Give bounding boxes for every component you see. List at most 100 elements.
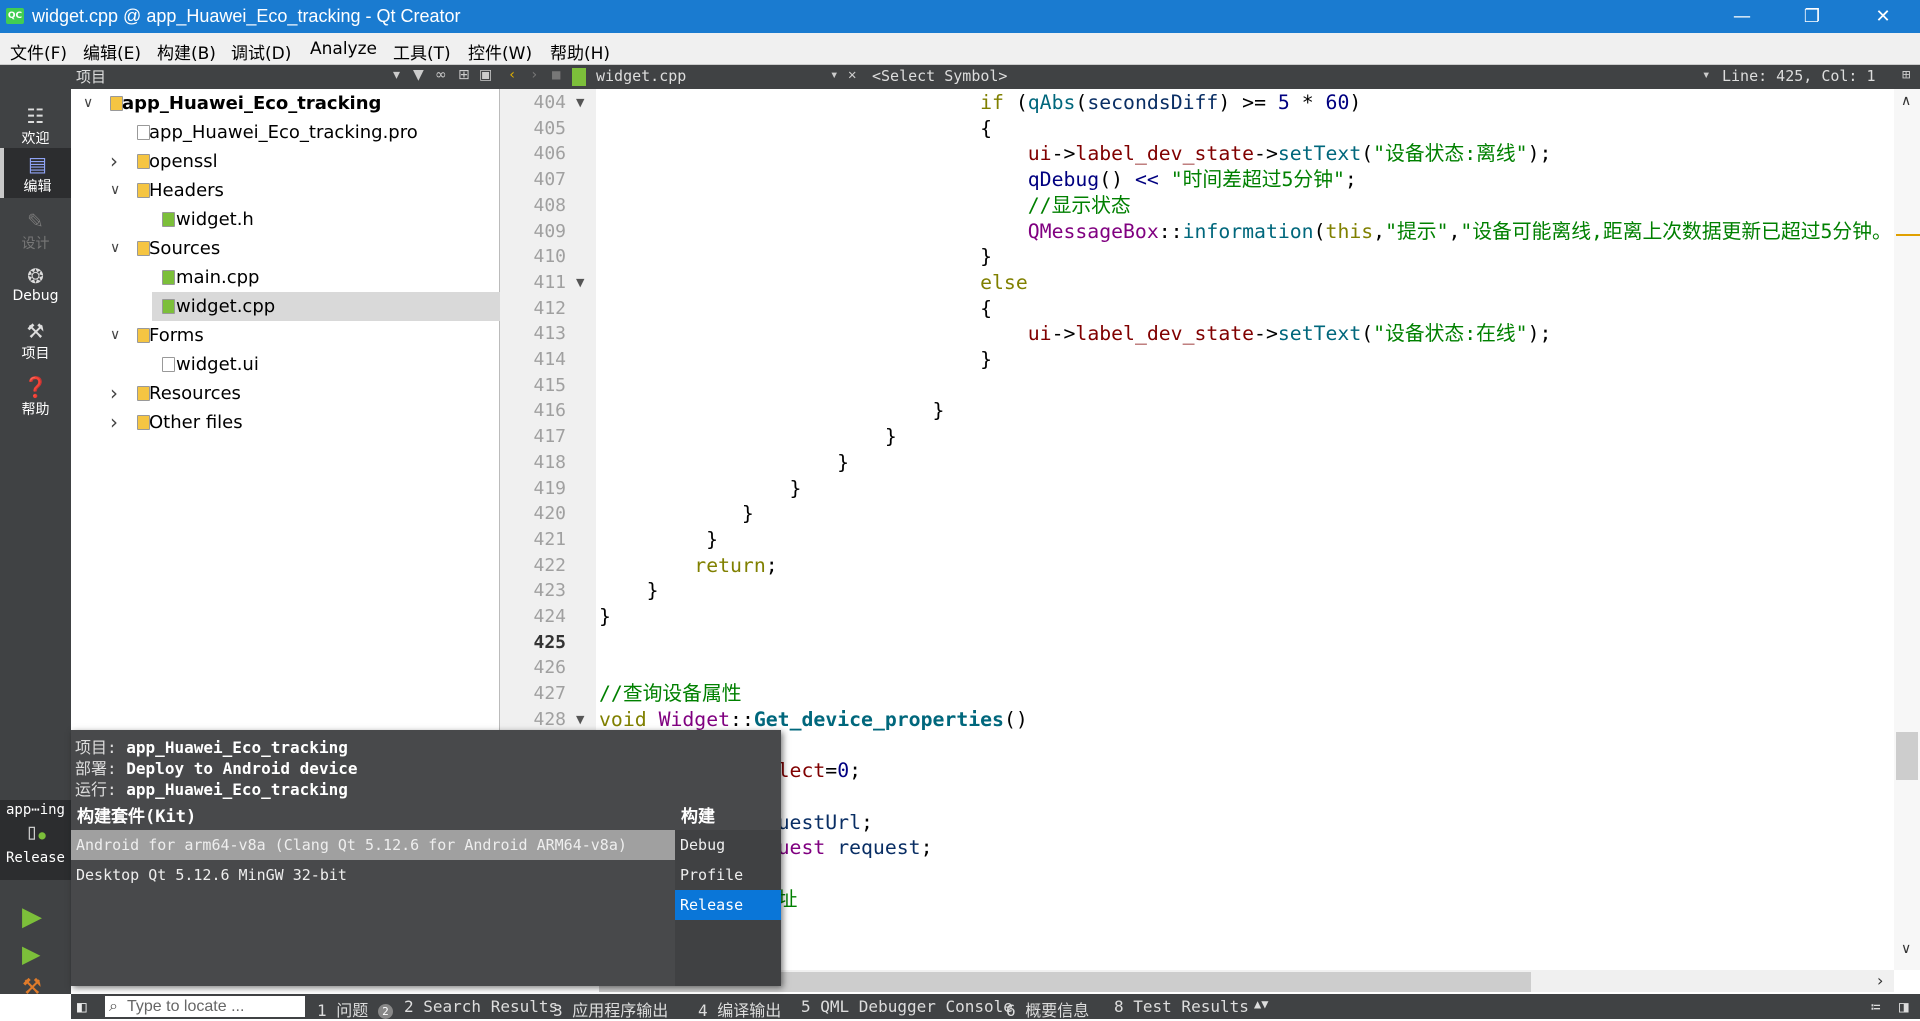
menu-item[interactable]: Analyze [310,39,377,59]
tree-item[interactable]: › Other files [71,408,500,437]
code-line[interactable]: } [599,244,992,270]
fold-marker-icon[interactable]: ▼ [576,90,584,116]
scroll-right-icon[interactable]: › [1877,971,1883,990]
split-icon[interactable]: ⊞ [458,67,470,83]
code-line[interactable]: //显示状态 [599,193,1131,219]
chevron-down-icon[interactable]: ∨ [110,176,120,205]
menu-item[interactable]: 编辑(E) [83,39,141,64]
code-line[interactable]: ui->label_dev_state->setText("设备状态:离线"); [599,141,1552,167]
chevron-down-icon[interactable]: ∨ [110,234,120,263]
code-line[interactable]: } [599,398,944,424]
code-line[interactable]: //查询设备属性 [599,681,742,707]
chevron-right-icon[interactable]: › [110,408,118,437]
code-line[interactable]: } [599,347,992,373]
code-line[interactable]: { [599,116,992,142]
close-pane-icon[interactable]: ▣ [479,67,492,83]
code-line[interactable]: else [599,270,1028,296]
menu-item[interactable]: 帮助(H) [550,39,610,64]
scroll-down-icon[interactable]: ∨ [1901,941,1911,957]
code-line[interactable]: void Widget::Get_device_properties() [599,707,1028,733]
mode-3[interactable]: ❂ Debug [0,260,71,310]
code-line[interactable]: } [599,450,849,476]
code-editor[interactable]: if (qAbs(secondsDiff) >= 5 * 60) { ui->l… [599,90,1894,970]
split-editor-icon[interactable]: ⊞ [1902,67,1910,83]
code-line[interactable]: } [599,527,718,553]
fold-marker-icon[interactable]: ▼ [576,270,584,296]
code-line[interactable]: { [599,296,992,322]
mode-2[interactable]: ✎ 设计 [0,205,71,255]
menu-item[interactable]: 构建(B) [157,39,216,64]
code-line[interactable]: } [599,604,611,630]
build-option-release[interactable]: Release [675,890,781,920]
code-line[interactable]: qDebug() << "时间差超过5分钟"; [599,167,1357,193]
output-tab[interactable]: 1 问题 2 [317,997,393,1021]
fold-marker-icon[interactable]: ▼ [576,707,584,733]
output-tab[interactable]: 2 Search Results [404,997,558,1016]
filter-icon[interactable]: ▼ [413,67,424,83]
locate-input[interactable]: ⌕ Type to locate ... [105,996,305,1017]
symbol-dropdown-icon[interactable]: ▾ [1702,67,1710,83]
chevron-down-icon[interactable]: ∨ [83,89,93,118]
mode-1[interactable]: ▤ 编辑 [0,148,71,198]
restore-button[interactable]: ❐ [1782,0,1842,33]
symbol-selector[interactable]: <Select Symbol> [872,67,1007,85]
toggle-right-sidebar-icon[interactable]: ◨ [1899,997,1909,1016]
mode-4[interactable]: ⚒ 项目 [0,315,71,365]
code-line[interactable]: } [599,424,897,450]
code-line[interactable]: } [599,476,802,502]
tree-item[interactable]: ∨ Sources [71,234,500,263]
mode-5[interactable]: ❓ 帮助 [0,371,71,421]
dropdown-arrow-icon[interactable]: ▾ [393,67,400,83]
output-tab[interactable]: 3 应用程序输出 [553,997,668,1021]
code-line[interactable]: return; [599,553,777,579]
kit-option[interactable]: Android for arm64-v8a (Clang Qt 5.12.6 f… [71,830,675,860]
mode-0[interactable]: ☷ 欢迎 [0,100,71,150]
scroll-up-icon[interactable]: ∧ [1901,93,1911,109]
open-file-name[interactable]: widget.cpp [596,67,686,85]
more-panes-icon[interactable]: ▲▼ [1254,997,1268,1011]
toggle-sidebar-icon[interactable]: ◧ [77,997,87,1016]
menu-item[interactable]: 工具(T) [393,39,451,64]
tree-item[interactable]: widget.ui [71,350,500,379]
build-option-profile[interactable]: Profile [675,860,781,890]
chevron-down-icon[interactable]: ∨ [110,321,120,350]
tree-item[interactable]: widget.cpp [152,292,500,321]
vertical-scrollbar[interactable]: ∧ ∨ [1894,89,1920,970]
vertical-scroll-thumb[interactable] [1896,732,1918,780]
link-icon[interactable]: ∞ [435,67,447,83]
output-tab[interactable]: 8 Test Results [1114,997,1249,1016]
debug-run-button[interactable]: ▶ [22,940,40,968]
tree-item[interactable]: widget.h [71,205,500,234]
kit-option[interactable]: Desktop Qt 5.12.6 MinGW 32-bit [71,860,675,890]
chevron-right-icon[interactable]: › [110,147,118,176]
code-line[interactable]: QMessageBox::information(this,"提示","设备可能… [599,219,1892,245]
chevron-right-icon[interactable]: › [110,379,118,408]
cursor-position[interactable]: Line: 425, Col: 1 [1722,67,1876,85]
progress-icon[interactable]: ≔ [1871,997,1881,1016]
kit-selector[interactable]: app⋯ing ▯● Release [0,800,71,880]
code-line[interactable]: ui->label_dev_state->setText("设备状态:在线"); [599,321,1552,347]
tree-item[interactable]: › Resources [71,379,500,408]
build-option-debug[interactable]: Debug [675,830,781,860]
close-file-icon[interactable]: ✕ [848,67,856,83]
output-tab[interactable]: 5 QML Debugger Console [801,997,1013,1016]
close-button[interactable]: ✕ [1853,0,1913,33]
output-tab[interactable]: 6 概要信息 [1006,997,1089,1021]
minimize-button[interactable]: — [1712,0,1772,33]
back-icon[interactable]: ‹ [508,67,516,83]
tree-item[interactable]: ∨ Headers [71,176,500,205]
file-dropdown-icon[interactable]: ▾ [830,67,838,83]
tree-item[interactable]: app_Huawei_Eco_tracking.pro [71,118,500,147]
code-line[interactable]: if (qAbs(secondsDiff) >= 5 * 60) [599,90,1361,116]
menu-item[interactable]: 控件(W) [468,39,532,64]
build-hammer-button[interactable]: ⚒ [22,975,42,1000]
tree-item[interactable]: ∨ Forms [71,321,500,350]
output-tab[interactable]: 4 编译输出 [698,997,781,1021]
forward-icon[interactable]: › [530,67,538,83]
code-line[interactable]: } [599,578,659,604]
tree-item[interactable]: ∨ app_Huawei_Eco_tracking [71,89,500,118]
menu-item[interactable]: 调试(D) [231,39,291,64]
run-button[interactable]: ▶ [22,902,42,932]
tree-item[interactable]: › openssl [71,147,500,176]
tree-item[interactable]: main.cpp [71,263,500,292]
